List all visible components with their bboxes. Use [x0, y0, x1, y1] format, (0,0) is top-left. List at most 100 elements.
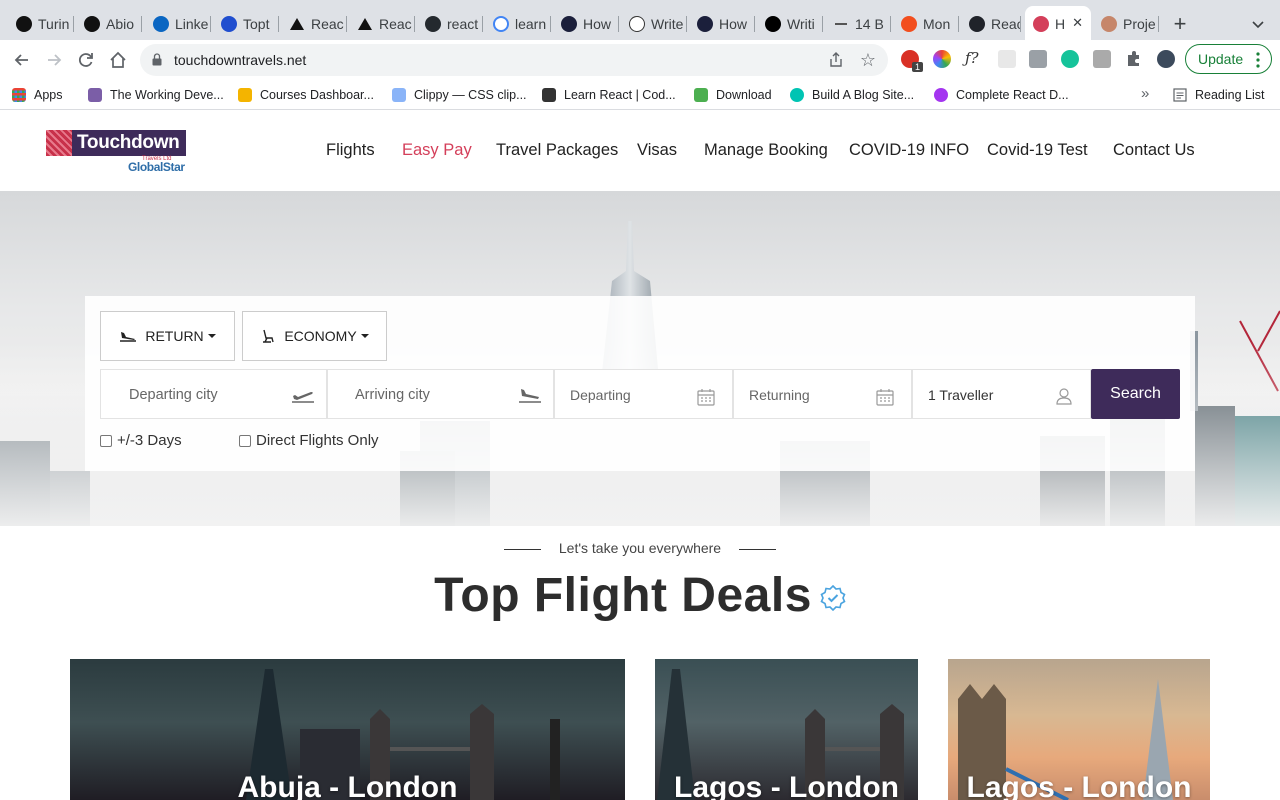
close-tab-icon[interactable]: ✕ — [1072, 15, 1083, 31]
back-icon[interactable] — [12, 50, 32, 70]
share-icon[interactable] — [828, 52, 844, 68]
browser-tab[interactable]: Topt — [213, 8, 279, 40]
returning-date-input[interactable]: Returning — [733, 369, 912, 419]
tab-separator — [958, 16, 959, 32]
browser-tab[interactable]: How — [689, 8, 755, 40]
seat-icon — [263, 329, 275, 343]
nav-link-flights[interactable]: Flights — [326, 141, 375, 160]
deal-card-title: Abuja - London — [237, 771, 458, 800]
search-button[interactable]: Search — [1091, 369, 1180, 419]
grammarly-extension-icon[interactable] — [1061, 50, 1079, 68]
more-vert-icon[interactable] — [1256, 52, 1260, 68]
nav-link-visas[interactable]: Visas — [637, 141, 677, 160]
bookmark-item[interactable]: The Working Deve... — [88, 86, 224, 104]
caret-down-icon — [360, 334, 369, 338]
extensions-puzzle-icon[interactable] — [1125, 50, 1143, 68]
nav-link-covid-19-info[interactable]: COVID-19 INFO — [849, 141, 969, 160]
browser-tab[interactable]: Reac — [349, 8, 415, 40]
reading-list-label: Reading List — [1195, 88, 1265, 102]
tagline-text: Let's take you everywhere — [558, 540, 722, 556]
logo-brand: Touchdown — [72, 130, 186, 156]
tab-separator — [414, 16, 415, 32]
tab-search-icon[interactable] — [1248, 14, 1268, 34]
new-tab-button[interactable]: + — [1169, 12, 1191, 36]
cabin-class-label: ECONOMY — [284, 328, 357, 344]
browser-tab[interactable]: Write — [621, 8, 687, 40]
arriving-city-placeholder: Arriving city — [355, 387, 430, 403]
google-icon — [493, 16, 509, 32]
browser-tab-label: Reac — [311, 16, 344, 32]
codecademy-icon — [542, 88, 556, 102]
arriving-city-input[interactable]: Arriving city — [327, 369, 554, 419]
direct-flights-checkbox[interactable]: Direct Flights Only — [239, 432, 379, 449]
nav-link-covid-19-test[interactable]: Covid-19 Test — [987, 141, 1088, 160]
flexible-days-checkbox[interactable]: +/-3 Days — [100, 432, 182, 449]
profile-avatar[interactable] — [1157, 50, 1175, 68]
browser-tab[interactable]: learn — [485, 8, 551, 40]
vercel-icon — [357, 16, 373, 32]
touchdown-logo[interactable]: Touchdown Travels Ltd GlobalStar — [46, 130, 186, 174]
browser-tab-label: Topt — [243, 16, 270, 32]
trip-type-dropdown[interactable]: RETURN — [100, 311, 235, 361]
nav-link-easy-pay[interactable]: Easy Pay — [402, 141, 472, 160]
lock-icon[interactable] — [152, 53, 162, 66]
deal-card[interactable]: Lagos - London — [948, 659, 1210, 800]
bookmark-item[interactable]: Courses Dashboar... — [238, 86, 374, 104]
home-icon[interactable] — [108, 50, 128, 70]
download-icon — [694, 88, 708, 102]
browser-tab[interactable]: react — [417, 8, 483, 40]
reading-list-button[interactable]: Reading List — [1173, 86, 1265, 104]
bookmark-item[interactable]: Learn React | Cod... — [542, 86, 676, 104]
bookmark-item[interactable]: Complete React D... — [934, 86, 1069, 104]
bookmark-item[interactable]: Download — [694, 86, 772, 104]
grid-extension-icon[interactable] — [998, 50, 1016, 68]
bookmark-item[interactable]: Apps — [12, 86, 63, 104]
browser-tab[interactable]: 14 B — [825, 8, 891, 40]
reload-icon[interactable] — [76, 50, 96, 70]
site-header: Touchdown Travels Ltd GlobalStar Flights… — [0, 111, 1280, 191]
browser-tab[interactable]: H ✕ — [1025, 6, 1091, 42]
browser-tab[interactable]: Proje — [1093, 8, 1159, 40]
browser-tab[interactable]: Mon — [893, 8, 959, 40]
address-bar[interactable]: touchdowntravels.net ☆ — [140, 44, 888, 76]
browser-tab[interactable]: Writi — [757, 8, 823, 40]
url-text[interactable]: touchdowntravels.net — [174, 52, 306, 68]
color-picker-extension-icon[interactable] — [933, 50, 951, 68]
more-bookmarks-icon[interactable]: » — [1141, 85, 1149, 102]
departing-date-input[interactable]: Departing — [554, 369, 733, 419]
checkbox-box[interactable] — [239, 434, 251, 447]
deal-card[interactable]: Lagos - London — [655, 659, 918, 800]
browser-tab-label: Reac — [379, 16, 412, 32]
camera-extension-icon[interactable] — [1029, 50, 1047, 68]
nav-link-travel-packages[interactable]: Travel Packages — [496, 141, 618, 160]
browser-tab-label: Reac — [991, 16, 1021, 32]
browser-tab[interactable]: How — [553, 8, 619, 40]
browser-tab-label: Linke — [175, 16, 209, 32]
bookmark-item[interactable]: Build A Blog Site... — [790, 86, 914, 104]
fonts-extension-icon[interactable]: ƒ? — [965, 49, 987, 67]
browser-tab[interactable]: Reac — [961, 8, 1021, 40]
hero-section: RETURN ECONOMY Departing city Arriving c… — [0, 191, 1280, 526]
cabin-class-dropdown[interactable]: ECONOMY — [242, 311, 387, 361]
browser-tab[interactable]: Reac — [281, 8, 347, 40]
forward-icon[interactable] — [44, 50, 64, 70]
bookmark-label: The Working Deve... — [110, 88, 224, 102]
blog-icon — [790, 88, 804, 102]
travellers-input[interactable]: 1 Traveller — [912, 369, 1091, 419]
bookmark-label: Courses Dashboar... — [260, 88, 374, 102]
browser-tab[interactable]: Abio — [76, 8, 142, 40]
checkbox-box[interactable] — [100, 434, 112, 447]
update-button[interactable]: Update — [1185, 44, 1272, 74]
nav-link-contact-us[interactable]: Contact Us — [1113, 141, 1195, 160]
screenshot-extension-icon[interactable] — [1093, 50, 1111, 68]
deal-card-title: Lagos - London — [674, 771, 899, 800]
divider-line — [739, 548, 777, 550]
bookmark-item[interactable]: Clippy — CSS clip... — [392, 86, 527, 104]
browser-tab[interactable]: Turin — [8, 8, 74, 40]
bookmark-star-icon[interactable]: ☆ — [860, 50, 876, 70]
browser-tab[interactable]: Linke — [145, 8, 211, 40]
logo-partner: GlobalStar — [128, 160, 185, 174]
nav-link-manage-booking[interactable]: Manage Booking — [704, 141, 828, 160]
departing-city-input[interactable]: Departing city — [100, 369, 327, 419]
deal-card[interactable]: Abuja - London — [70, 659, 625, 800]
